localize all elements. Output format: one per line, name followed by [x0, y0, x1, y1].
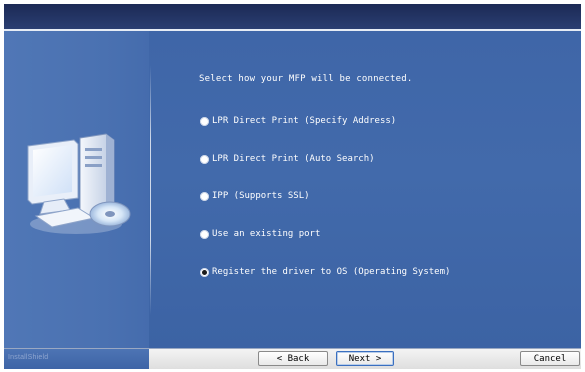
option-label: IPP (Supports SSL) [212, 191, 310, 201]
installer-window: Select how your MFP will be connected. L… [4, 4, 581, 369]
computer-icon [27, 133, 131, 234]
radio-button[interactable] [200, 154, 209, 164]
installshield-logo: InstallShield [8, 354, 49, 361]
radio-button[interactable] [200, 191, 209, 201]
brand-area: InstallShield [4, 349, 149, 369]
option-existing-port[interactable]: Use an existing port [200, 227, 320, 241]
button-bar: InstallShield < Back Next > Cancel [4, 348, 581, 369]
vertical-divider [150, 65, 151, 315]
next-button[interactable]: Next > [336, 351, 394, 366]
option-lpr-specify-address[interactable]: LPR Direct Print (Specify Address) [200, 114, 396, 128]
option-label: LPR Direct Print (Specify Address) [212, 116, 397, 126]
option-label: Use an existing port [212, 229, 321, 239]
cancel-button[interactable]: Cancel [520, 351, 580, 366]
back-button[interactable]: < Back [258, 351, 328, 366]
side-banner [4, 31, 149, 348]
wizard-panel: Select how your MFP will be connected. L… [4, 31, 581, 348]
option-register-driver-os[interactable]: Register the driver to OS (Operating Sys… [200, 265, 450, 279]
option-label: LPR Direct Print (Auto Search) [212, 154, 375, 164]
radio-button[interactable] [200, 229, 209, 239]
radio-button-selected[interactable] [200, 267, 209, 277]
connection-prompt: Select how your MFP will be connected. [199, 74, 413, 84]
radio-button[interactable] [200, 116, 209, 126]
option-label: Register the driver to OS (Operating Sys… [212, 267, 451, 277]
option-ipp-ssl[interactable]: IPP (Supports SSL) [200, 189, 310, 203]
option-lpr-auto-search[interactable]: LPR Direct Print (Auto Search) [200, 152, 375, 166]
title-bar [4, 4, 581, 29]
